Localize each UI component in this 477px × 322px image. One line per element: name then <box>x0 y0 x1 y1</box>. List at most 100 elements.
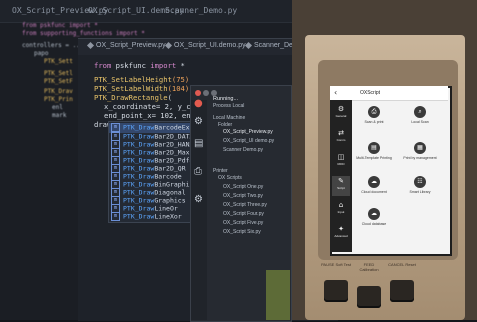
debug-icon[interactable]: ⚙ <box>194 116 203 127</box>
tile-label: Print by management <box>403 156 437 160</box>
method-icon: m <box>111 123 120 132</box>
tile-cloud-document[interactable]: ☁ Cloud document <box>356 174 392 202</box>
background-line: PTK_SetF <box>44 78 73 85</box>
advanced-icon: ✦ <box>338 225 344 233</box>
file-icon <box>86 41 95 49</box>
keyword: import <box>150 61 177 70</box>
sidebar-label: Input <box>337 210 345 214</box>
file-item[interactable]: OX_Script Five.py <box>223 220 263 226</box>
autocomplete-popup: m PTK_DrawBarcodeEx m PTK_DrawBar2D_DATAMA… <box>108 121 209 223</box>
print-icon: ⎙ <box>368 106 380 118</box>
close-window-icon[interactable] <box>195 90 201 96</box>
argument: (75) <box>171 75 190 84</box>
folder-label[interactable]: OX Scripts <box>218 175 242 181</box>
sidebar-item-advanced[interactable]: ✦ Advanced <box>332 224 350 244</box>
tile-label: Local Scan <box>411 120 429 124</box>
background-line: PTK_Drav <box>44 88 73 95</box>
screen-title: OXScript <box>360 90 381 96</box>
symbol: ( <box>167 93 172 102</box>
folder-label[interactable]: Folder <box>218 122 232 128</box>
file-item[interactable]: OX_Script_Preview.py <box>223 129 273 135</box>
back-icon[interactable]: ‹ <box>334 88 337 97</box>
background-line: controllers = ... <box>22 42 84 49</box>
tile-smart-library[interactable]: ☷ Smart Library <box>402 174 438 202</box>
tab-script-ui-demo[interactable]: OX_Script_UI.demo.py <box>164 41 246 49</box>
run-status-subtitle: Process Local <box>213 103 245 109</box>
stop-icon[interactable]: ● <box>194 98 203 109</box>
autocomplete-item[interactable]: m PTK_DrawLineXor <box>109 212 199 222</box>
autocomplete-text: PTK_DrawBarcodeEx <box>123 124 190 132</box>
pause-button[interactable] <box>324 280 348 302</box>
tile-scan-print[interactable]: ⎙ Scan & print <box>356 104 392 132</box>
function-name: PTK_SetLabelHeight <box>94 75 172 84</box>
sidebar-item-general[interactable]: ⚙ General <box>332 104 350 124</box>
file-item[interactable]: OX_Script_UI demo.py <box>223 138 274 144</box>
function-name: PTK_DrawRectangle <box>94 93 168 102</box>
tile-label: Multi-Template Printing <box>356 156 392 160</box>
sidebar-item-rfid[interactable]: ◫ RFID <box>332 152 350 172</box>
code-line: PTK_SetLabelWidth(104) <box>94 84 189 93</box>
cancel-button[interactable] <box>390 280 414 302</box>
background-line: enl <box>52 104 63 111</box>
function-name: PTK_SetLabelWidth <box>94 84 168 93</box>
printer-section[interactable]: Printer <box>213 168 228 174</box>
tile-label: Scan & print <box>364 120 384 124</box>
file-icon <box>244 41 253 49</box>
parameter: x_coordinate <box>104 102 156 111</box>
tile-print-management[interactable]: ▦ Print by management <box>402 140 438 168</box>
sidebar-label: Comm <box>336 138 346 142</box>
printer-icon[interactable]: ⎙ <box>194 166 202 177</box>
sidebar-item-script[interactable]: ✎ Script <box>332 176 350 196</box>
background-tab-3[interactable]: Scanner_Demo.py <box>165 6 237 15</box>
tile-multi-template[interactable]: ▤ Multi-Template Printing <box>356 140 392 168</box>
sidebar-label: General <box>335 114 347 118</box>
file-item[interactable]: OX_Script Three.py <box>223 202 267 208</box>
sidebar-label: RFID <box>337 162 345 166</box>
screen-sidebar: ⚙ General ⇄ Comm ◫ RFID ✎ Script ⌂ Input ✦ Adv… <box>330 100 352 252</box>
tile-label: Cloud document <box>361 190 387 194</box>
background-line: from pskfunc import * <box>22 22 98 29</box>
sidebar-label: Script <box>337 186 345 190</box>
completion-suffix: BarcodeEx <box>154 123 190 132</box>
argument: (104) <box>167 84 190 93</box>
method-icon: m <box>111 212 120 221</box>
background-line: PTK_Prin <box>44 96 73 103</box>
tab-script-preview[interactable]: OX_Script_Preview.py <box>86 41 166 49</box>
matched-prefix: PTK_Draw <box>123 123 155 132</box>
files-icon[interactable]: ▤ <box>194 138 203 149</box>
file-item[interactable]: OX_Script Two.py <box>223 193 263 199</box>
background-line: mark <box>52 112 67 119</box>
sidebar-label: Advanced <box>334 234 348 238</box>
file-icon <box>164 41 173 49</box>
tab-label: OX_Script_Preview.py <box>96 42 166 49</box>
local-machine-section[interactable]: Local Machine <box>213 115 245 121</box>
code-line: from pskfunc import * <box>94 61 185 70</box>
script-icon: ✎ <box>338 177 344 185</box>
pause-label: PAUSE Soft Test <box>321 262 351 267</box>
tile-cloud-database[interactable]: ☁ Cloud database <box>356 206 392 234</box>
background-line: papo <box>34 50 49 57</box>
file-item[interactable]: OX_Script Six.py <box>223 229 261 235</box>
template-icon: ▤ <box>368 142 380 154</box>
background-line: PTK_Setl <box>44 70 73 77</box>
comm-icon: ⇄ <box>338 129 344 137</box>
background-line: PTK_Sett <box>44 58 73 65</box>
cloud-icon: ☁ <box>368 208 380 220</box>
tile-local-scan[interactable]: ⌕ Local Scan <box>402 104 438 132</box>
code-line: PTK_DrawRectangle( <box>94 93 172 102</box>
run-status-title: Running... <box>213 96 239 102</box>
file-item[interactable]: OX_Script Four.py <box>223 211 264 217</box>
file-item[interactable]: Scanner Demo.py <box>223 147 263 153</box>
settings-icon[interactable]: ⚙ <box>194 194 203 205</box>
sidebar-item-comm[interactable]: ⇄ Comm <box>332 128 350 148</box>
module-name: pskfunc <box>111 61 151 70</box>
minimize-window-icon[interactable] <box>203 90 209 96</box>
sidebar-item-input[interactable]: ⌂ Input <box>332 200 350 220</box>
library-icon: ☷ <box>414 176 426 188</box>
cancel-label: CANCEL Reset <box>388 262 416 267</box>
management-icon: ▦ <box>414 142 426 154</box>
cloud-icon: ☁ <box>368 176 380 188</box>
background-line: from supporting_functions import * <box>22 30 145 37</box>
feed-button[interactable] <box>357 286 381 308</box>
file-item[interactable]: OX_Script One.py <box>223 184 263 190</box>
